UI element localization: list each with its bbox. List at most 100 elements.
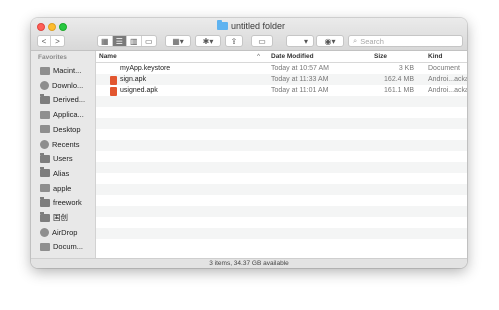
empty-row [96, 228, 467, 239]
tags-button[interactable]: ▭ [251, 35, 273, 47]
folder-icon [40, 152, 50, 163]
sidebar-item[interactable]: Alias [40, 167, 69, 180]
dropbox-button[interactable]: ▾ [286, 35, 314, 47]
column-header: Name ^ Date Modified Size Kind [96, 51, 467, 63]
apk-icon [110, 87, 117, 96]
empty-row [96, 195, 467, 206]
applications-icon [40, 110, 50, 119]
status-bar: 3 items, 34.37 GB available [31, 258, 467, 268]
folder-icon [217, 20, 228, 30]
sort-ascending-icon: ^ [257, 53, 261, 60]
cell-kind: Document [428, 65, 460, 72]
column-size[interactable]: Size [374, 53, 387, 60]
zoom-button[interactable] [59, 23, 67, 31]
window-title-text: untitled folder [231, 21, 286, 31]
file-list: Name ^ Date Modified Size Kind myApp.key… [96, 51, 467, 258]
sidebar-item[interactable]: Macint... [40, 64, 81, 77]
home-icon [40, 184, 50, 193]
sidebar-item-label: Docum... [53, 242, 84, 252]
extension-button[interactable]: ◉▾ [316, 35, 344, 47]
group-button[interactable]: ▦▾ [165, 35, 191, 47]
folder-icon [40, 196, 50, 207]
airdrop-icon [40, 227, 49, 237]
cell-name: usigned.apk [120, 87, 158, 94]
cell-date: Today at 10:57 AM [271, 65, 329, 72]
gallery-icon: ▭ [145, 36, 153, 46]
sidebar-item-label: Applica... [53, 110, 84, 120]
apk-icon [110, 76, 117, 85]
close-button[interactable] [37, 23, 45, 31]
table-row[interactable]: sign.apk Today at 11:33 AM 162.4 MB Androi.… [96, 74, 467, 85]
minimize-button[interactable] [48, 23, 56, 31]
cell-kind: Androi...ackage [428, 76, 467, 83]
share-button[interactable]: ⇪ [225, 35, 243, 47]
forward-button[interactable]: > [51, 36, 64, 46]
sidebar-item[interactable]: 国创 [40, 211, 68, 224]
sidebar-section-favorites: Favorites [38, 54, 67, 61]
sidebar-item-label: Users [53, 154, 73, 164]
download-icon [40, 80, 49, 90]
sidebar-item[interactable]: Users [40, 152, 73, 165]
sidebar-item-label: apple [53, 183, 72, 193]
list-icon: ☰ [115, 36, 123, 46]
empty-row [96, 217, 467, 228]
sidebar-item[interactable]: Downlo... [40, 79, 83, 92]
column-date-modified[interactable]: Date Modified [271, 53, 314, 60]
gallery-view-button[interactable]: ▭ [142, 36, 156, 46]
sidebar-item[interactable]: apple [40, 182, 71, 195]
sidebar-item[interactable]: AirDrop [40, 226, 77, 239]
folder-icon [40, 93, 50, 104]
empty-row [96, 239, 467, 250]
table-row[interactable]: usigned.apk Today at 11:01 AM 161.1 MB Andr… [96, 85, 467, 96]
documents-icon [40, 242, 50, 251]
group-icon: ▦▾ [172, 36, 184, 46]
cell-size: 162.4 MB [384, 76, 414, 83]
search-placeholder: Search [360, 36, 384, 46]
empty-row [96, 96, 467, 107]
empty-row [96, 140, 467, 151]
cell-size: 3 KB [398, 65, 414, 72]
sidebar-item[interactable]: freework [40, 196, 82, 209]
sidebar-item[interactable]: Applica... [40, 108, 84, 121]
empty-row [96, 162, 467, 173]
cell-date: Today at 11:33 AM [271, 76, 329, 83]
sidebar-item-label: Derived... [53, 95, 86, 105]
back-button[interactable]: < [38, 36, 52, 46]
icon-view-button[interactable]: ▦ [98, 36, 113, 46]
table-row[interactable]: myApp.keystore Today at 10:57 AM 3 KB Docum… [96, 63, 467, 74]
desktop-icon [40, 125, 50, 134]
sidebar-item[interactable]: Derived... [40, 93, 85, 106]
column-view-button[interactable]: ▥ [127, 36, 142, 46]
grid-icon: ▦ [100, 36, 109, 46]
sidebar-item-label: Downlo... [52, 80, 84, 90]
action-button[interactable]: ✱▾ [195, 35, 221, 47]
cell-name: myApp.keystore [120, 65, 171, 72]
hard-drive-icon [40, 66, 50, 75]
list-view-button[interactable]: ☰ [112, 36, 128, 46]
search-icon: ⌕ [353, 36, 358, 45]
chevron-down-icon: ▾ [303, 36, 308, 46]
empty-row [96, 206, 467, 217]
sidebar-item-label: Alias [53, 168, 70, 178]
sidebar-item-label: Macint... [53, 66, 82, 75]
folder-icon [40, 211, 50, 222]
sidebar-item-label: 国创 [53, 213, 68, 222]
finder-window: untitled folder < > ▦ ☰ ▥ ▭ ▦▾ ✱▾ ⇪ ▭ ▾ … [31, 18, 467, 268]
sidebar-item-label: freework [53, 198, 82, 208]
share-icon: ⇪ [230, 36, 238, 46]
column-name[interactable]: Name [99, 53, 117, 60]
empty-row [96, 151, 467, 162]
extension-icon: ◉▾ [324, 36, 336, 46]
sidebar-item[interactable]: Docum... [40, 240, 83, 253]
column-kind[interactable]: Kind [428, 53, 442, 60]
cell-kind: Androi...ackage [428, 87, 467, 94]
tag-icon: ▭ [258, 36, 266, 46]
view-mode-selector: ▦ ☰ ▥ ▭ [97, 35, 157, 47]
cell-date: Today at 11:01 AM [271, 87, 329, 94]
sidebar-item[interactable]: Desktop [40, 123, 81, 136]
gear-icon: ✱▾ [202, 36, 214, 46]
window-title: untitled folder [217, 20, 286, 31]
search-field[interactable]: ⌕ Search [348, 35, 463, 47]
forward-icon: > [55, 36, 60, 46]
sidebar-item[interactable]: Recents [40, 138, 80, 151]
